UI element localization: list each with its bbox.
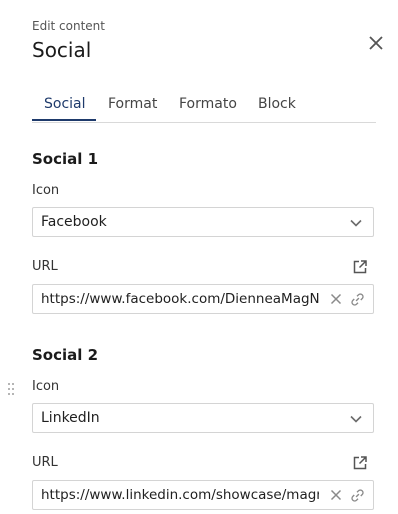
url-input-value: https://www.linkedin.com/showcase/magnew…	[41, 487, 319, 503]
external-link-icon	[353, 456, 367, 470]
section-title-social-1: Social 1	[32, 150, 99, 168]
clear-icon[interactable]	[329, 488, 343, 502]
tab-formato[interactable]: Formato	[179, 96, 237, 112]
url-input-value: https://www.facebook.com/DienneaMagNews	[41, 291, 319, 307]
close-icon	[369, 36, 383, 50]
url-label: URL	[32, 259, 58, 274]
chevron-down-icon	[350, 219, 362, 227]
active-tab-indicator	[32, 119, 96, 121]
section-title-social-2: Social 2	[32, 346, 99, 364]
icon-select-value: LinkedIn	[41, 410, 100, 426]
icon-select-value: Facebook	[41, 214, 107, 230]
url-input[interactable]: https://www.linkedin.com/showcase/magnew…	[32, 480, 374, 510]
drag-handle[interactable]	[7, 382, 15, 396]
external-link-icon	[353, 260, 367, 274]
tab-format[interactable]: Format	[108, 96, 157, 112]
open-external-link-button[interactable]	[352, 259, 368, 275]
url-input[interactable]: https://www.facebook.com/DienneaMagNews	[32, 284, 374, 314]
icon-label: Icon	[32, 379, 60, 394]
tab-block[interactable]: Block	[258, 96, 296, 112]
panel-subtitle: Edit content	[32, 19, 105, 33]
url-label: URL	[32, 455, 58, 470]
chevron-down-icon	[350, 415, 362, 423]
icon-select[interactable]: Facebook	[32, 207, 374, 237]
clear-icon[interactable]	[329, 292, 343, 306]
drag-handle-icon	[8, 383, 14, 395]
icon-label: Icon	[32, 183, 60, 198]
link-icon[interactable]	[350, 292, 365, 307]
tab-social[interactable]: Social	[44, 96, 86, 112]
close-button[interactable]	[366, 33, 386, 53]
open-external-link-button[interactable]	[352, 455, 368, 471]
link-icon[interactable]	[350, 488, 365, 503]
tab-bar: Social Format Formato Block	[32, 90, 376, 123]
panel-title: Social	[32, 38, 92, 62]
icon-select[interactable]: LinkedIn	[32, 403, 374, 433]
